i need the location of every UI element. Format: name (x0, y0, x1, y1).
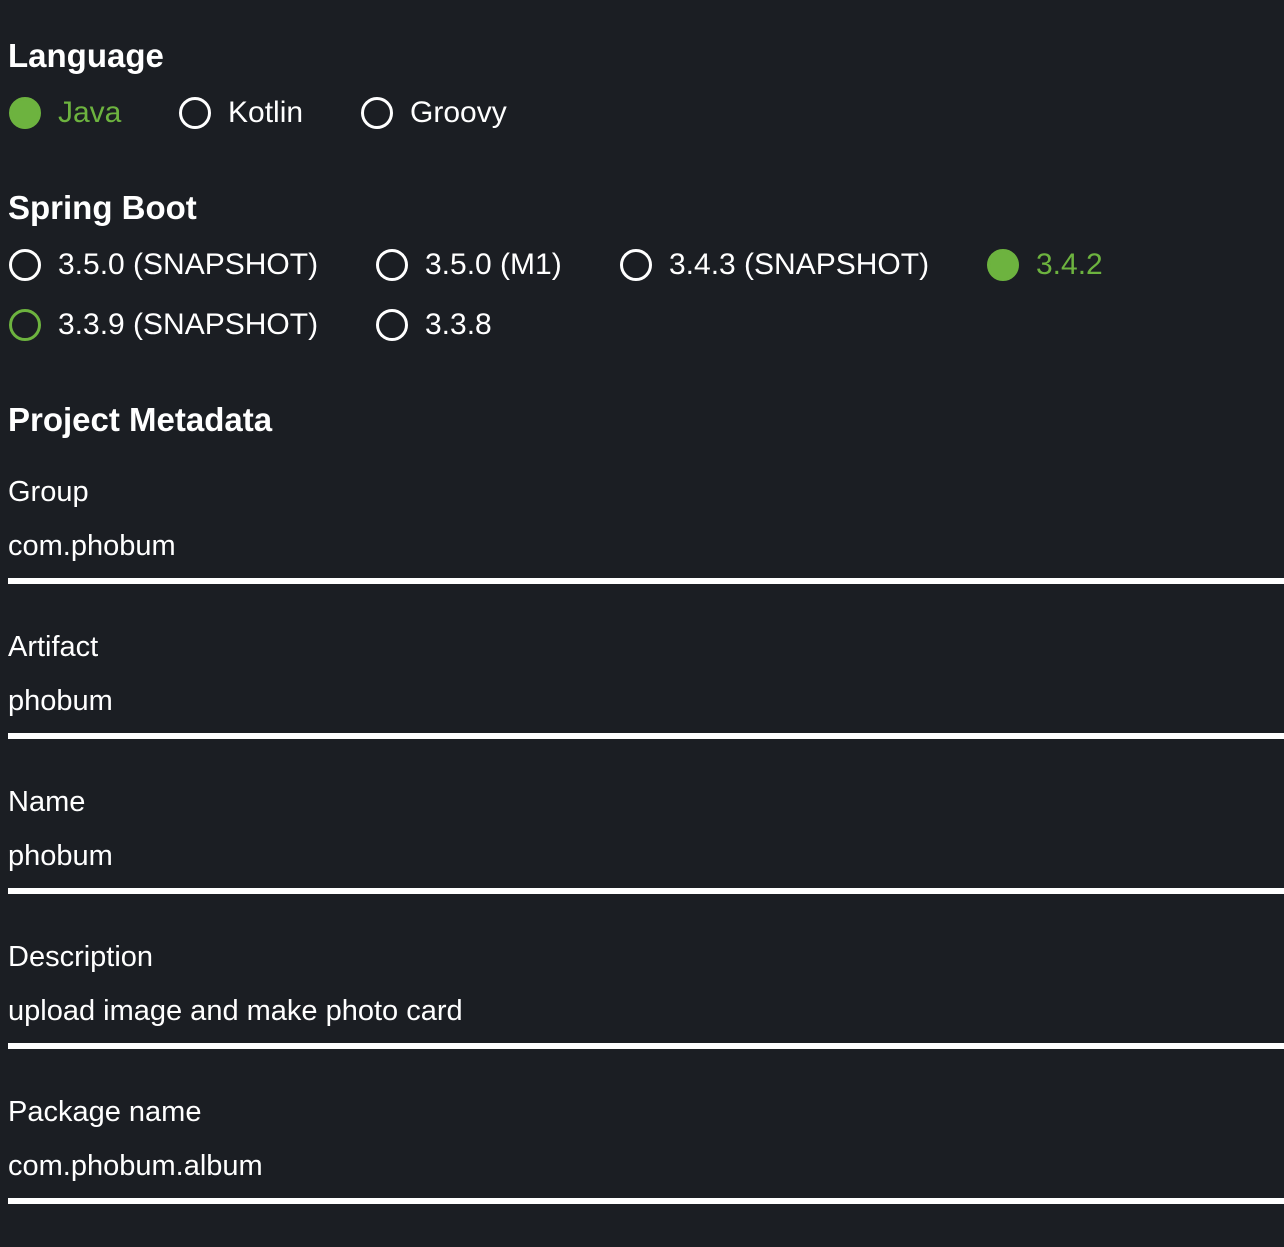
boot-option-label: 3.3.9 (SNAPSHOT) (58, 308, 319, 341)
boot-option-label: 3.5.0 (M1) (425, 248, 562, 281)
language-title: Language (8, 37, 164, 74)
radio-unchecked-icon (376, 249, 408, 281)
package-name-label: Package name (8, 1096, 202, 1128)
language-option-java[interactable]: Java (9, 95, 121, 131)
radio-checked-icon (987, 249, 1019, 281)
artifact-input[interactable] (8, 681, 1284, 721)
boot-option-3-5-0-m1[interactable]: 3.5.0 (M1) (376, 247, 562, 283)
language-option-kotlin[interactable]: Kotlin (179, 95, 303, 131)
package-name-underline (8, 1198, 1284, 1204)
radio-unchecked-icon (9, 249, 41, 281)
boot-option-label: 3.5.0 (SNAPSHOT) (58, 248, 319, 281)
boot-option-3-3-9-snapshot[interactable]: 3.3.9 (SNAPSHOT) (9, 307, 318, 343)
description-underline (8, 1043, 1284, 1049)
artifact-underline (8, 733, 1284, 739)
boot-option-label: 3.3.8 (425, 308, 492, 341)
language-option-groovy[interactable]: Groovy (361, 95, 507, 131)
name-input[interactable] (8, 836, 1284, 876)
language-option-label: Java (58, 96, 122, 129)
boot-option-3-5-0-snapshot[interactable]: 3.5.0 (SNAPSHOT) (9, 247, 318, 283)
name-label: Name (8, 786, 86, 818)
spring-boot-title: Spring Boot (8, 189, 197, 226)
package-name-input[interactable] (8, 1146, 1284, 1186)
description-input[interactable] (8, 991, 1284, 1031)
radio-unchecked-icon (620, 249, 652, 281)
radio-unchecked-icon (361, 97, 393, 129)
group-input[interactable] (8, 526, 1284, 566)
group-label: Group (8, 476, 89, 508)
boot-option-label: 3.4.3 (SNAPSHOT) (669, 248, 930, 281)
boot-option-3-4-2[interactable]: 3.4.2 (987, 247, 1103, 283)
group-underline (8, 578, 1284, 584)
radio-checked-icon (9, 97, 41, 129)
radio-hover-icon (9, 309, 41, 341)
radio-unchecked-icon (376, 309, 408, 341)
language-option-label: Kotlin (228, 96, 304, 129)
artifact-label: Artifact (8, 631, 99, 663)
name-underline (8, 888, 1284, 894)
project-metadata-title: Project Metadata (8, 401, 273, 438)
boot-option-3-4-3-snapshot[interactable]: 3.4.3 (SNAPSHOT) (620, 247, 929, 283)
boot-option-label: 3.4.2 (1036, 248, 1103, 281)
boot-option-3-3-8[interactable]: 3.3.8 (376, 307, 492, 343)
language-option-label: Groovy (410, 96, 507, 129)
description-label: Description (8, 941, 154, 973)
project-config-panel: Language Java Kotlin Groovy Spring Boot … (0, 0, 1284, 1247)
radio-unchecked-icon (179, 97, 211, 129)
